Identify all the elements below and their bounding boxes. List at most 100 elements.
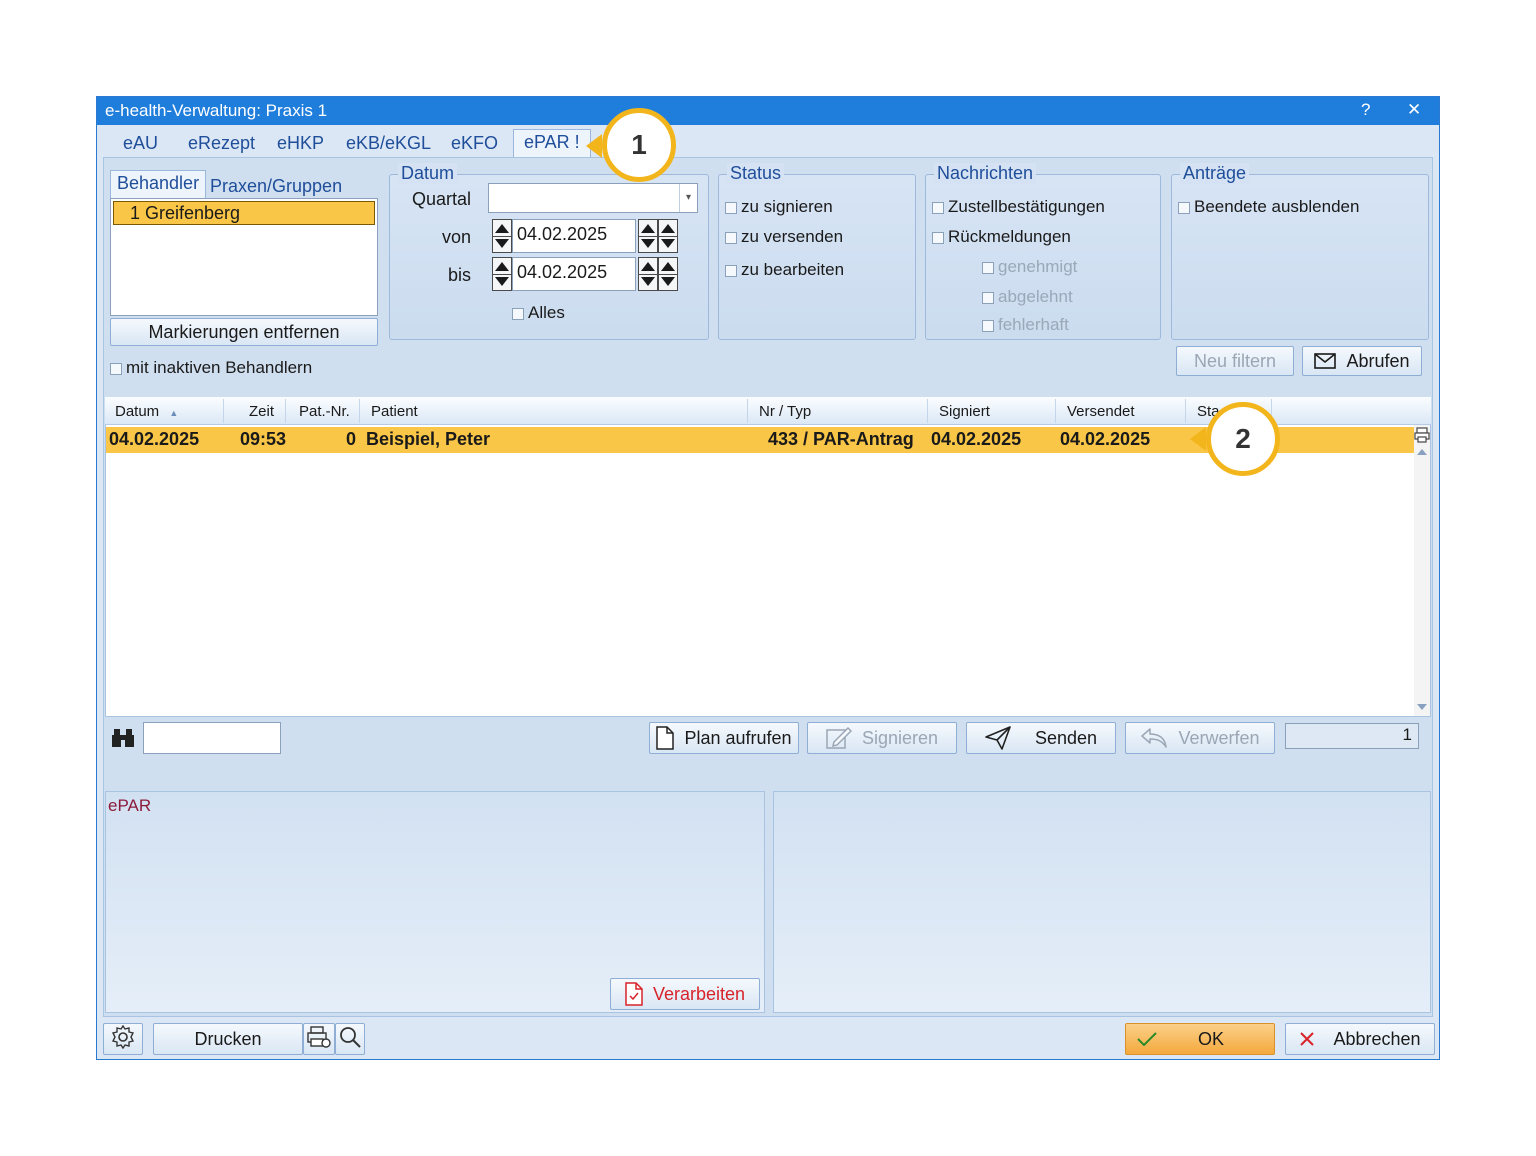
fehlerhaft-row[interactable]: fehlerhaft — [982, 315, 1069, 335]
envelope-icon — [1314, 353, 1337, 369]
bis-left-spin[interactable] — [492, 257, 512, 291]
cell-signiert: 04.02.2025 — [931, 429, 1022, 449]
callout-1-pointer — [586, 134, 602, 158]
senden-button[interactable]: Senden — [966, 722, 1116, 754]
zu-bearbeiten-checkbox[interactable] — [725, 264, 737, 277]
antraege-group: Anträge Beendete ausblenden — [1171, 163, 1429, 340]
alles-row[interactable]: Alles — [512, 303, 565, 323]
help-button[interactable]: ? — [1361, 100, 1370, 120]
bis-day-spin[interactable] — [638, 257, 658, 291]
check-icon — [1136, 1031, 1158, 1047]
callout-1: 1 — [602, 108, 676, 182]
alles-checkbox[interactable] — [512, 307, 524, 320]
zu-signieren-row[interactable]: zu signieren — [725, 197, 833, 217]
tab-ekb-ekgl[interactable]: eKB/eKGL — [346, 133, 431, 154]
tab-ekfo[interactable]: eKFO — [451, 133, 498, 154]
zu-versenden-checkbox[interactable] — [725, 231, 737, 244]
callout-2: 2 — [1206, 402, 1280, 476]
beendete-ausblenden-checkbox[interactable] — [1178, 201, 1190, 214]
col-signiert[interactable]: Signiert — [939, 403, 990, 425]
von-left-spin[interactable] — [492, 219, 512, 253]
settings-button[interactable] — [103, 1023, 143, 1055]
fehlerhaft-label: fehlerhaft — [998, 315, 1069, 334]
cell-zeit: 09:53 — [240, 429, 287, 449]
verwerfen-button[interactable]: Verwerfen — [1125, 722, 1275, 754]
verarbeiten-button[interactable]: Verarbeiten — [610, 978, 760, 1010]
abgelehnt-row[interactable]: abgelehnt — [982, 287, 1073, 307]
printer-icon[interactable] — [1414, 427, 1430, 445]
signieren-label: Signieren — [861, 727, 939, 748]
inaktive-behandler-checkbox[interactable] — [110, 362, 122, 375]
print-preview-button[interactable] — [335, 1023, 365, 1055]
zu-bearbeiten-row[interactable]: zu bearbeiten — [725, 260, 844, 280]
beendete-ausblenden-label: Beendete ausblenden — [1194, 197, 1360, 216]
rueckmeldungen-label: Rückmeldungen — [948, 227, 1071, 246]
col-datum-label: Datum — [115, 403, 160, 420]
document-icon — [656, 726, 675, 750]
col-patient[interactable]: Patient — [371, 403, 418, 425]
col-patnr[interactable]: Pat.-Nr. — [299, 403, 350, 425]
drucken-button[interactable]: Drucken — [153, 1023, 303, 1055]
tab-epar[interactable]: ePAR ! — [513, 129, 591, 159]
sort-asc-icon: ▲ — [169, 408, 179, 418]
tab-praxen-gruppen[interactable]: Praxen/Gruppen — [210, 176, 342, 197]
zustellbestaetigungen-checkbox[interactable] — [932, 201, 944, 214]
window-title: e-health-Verwaltung: Praxis 1 — [105, 101, 328, 120]
chevron-down-icon[interactable]: ▾ — [679, 184, 697, 212]
ok-button[interactable]: OK — [1125, 1023, 1275, 1055]
tab-eau[interactable]: eAU — [123, 133, 158, 154]
tab-erezept[interactable]: eRezept — [188, 133, 255, 154]
behandler-item-greifenberg[interactable]: 1 Greifenberg — [113, 201, 375, 225]
plan-aufrufen-button[interactable]: Plan aufrufen — [649, 722, 799, 754]
von-date-input[interactable]: 04.02.2025 — [512, 219, 636, 253]
print-options-button[interactable] — [303, 1023, 335, 1055]
neu-filtern-button[interactable]: Neu filtern — [1176, 346, 1294, 376]
rueckmeldungen-row[interactable]: Rückmeldungen — [932, 227, 1071, 247]
von-month-spin[interactable] — [658, 219, 678, 253]
zu-bearbeiten-label: zu bearbeiten — [741, 260, 845, 279]
scroll-up-icon[interactable] — [1417, 449, 1427, 455]
beendete-ausblenden-row[interactable]: Beendete ausblenden — [1178, 197, 1359, 217]
rueckmeldungen-checkbox[interactable] — [932, 231, 944, 244]
scroll-down-icon[interactable] — [1417, 704, 1427, 710]
bis-month-spin[interactable] — [658, 257, 678, 291]
abbrechen-button[interactable]: Abbrechen — [1285, 1023, 1435, 1055]
settings-gear-icon — [111, 1024, 135, 1054]
abgelehnt-label: abgelehnt — [998, 287, 1073, 306]
cell-datum: 04.02.2025 — [109, 429, 200, 449]
cell-versendet: 04.02.2025 — [1060, 429, 1151, 449]
binoculars-icon[interactable] — [111, 727, 135, 751]
abgelehnt-checkbox[interactable] — [982, 291, 994, 304]
col-zeit[interactable]: Zeit — [249, 403, 274, 425]
behandler-list[interactable]: 1 Greifenberg — [110, 198, 378, 316]
tab-behandler[interactable]: Behandler — [110, 170, 206, 198]
fehlerhaft-checkbox[interactable] — [982, 319, 994, 332]
markierungen-entfernen-button[interactable]: Markierungen entfernen — [110, 318, 378, 346]
ok-label: OK — [1197, 1028, 1224, 1049]
zustellbestaetigungen-row[interactable]: Zustellbestätigungen — [932, 197, 1105, 217]
search-input[interactable] — [143, 722, 281, 754]
inaktive-behandler-row[interactable]: mit inaktiven Behandlern — [110, 358, 312, 378]
bis-label: bis — [448, 265, 472, 285]
abrufen-button[interactable]: Abrufen — [1302, 346, 1422, 376]
abrufen-label: Abrufen — [1346, 350, 1410, 371]
tab-ehkp[interactable]: eHKP — [277, 133, 324, 154]
close-window-button[interactable]: ✕ — [1407, 100, 1421, 120]
genehmigt-row[interactable]: genehmigt — [982, 257, 1077, 277]
zu-versenden-row[interactable]: zu versenden — [725, 227, 843, 247]
von-day-spin[interactable] — [638, 219, 658, 253]
col-datum[interactable]: Datum ▲ — [115, 403, 178, 425]
zu-signieren-checkbox[interactable] — [725, 201, 737, 214]
signieren-button[interactable]: Signieren — [807, 722, 957, 754]
bis-date-input[interactable]: 04.02.2025 — [512, 257, 636, 291]
quartal-select[interactable]: ▾ — [488, 183, 698, 213]
genehmigt-checkbox[interactable] — [982, 261, 994, 274]
pdf-icon — [625, 982, 643, 1006]
title-bar: e-health-Verwaltung: Praxis 1 ? ✕ — [97, 97, 1439, 125]
col-nr-typ[interactable]: Nr / Typ — [759, 403, 811, 425]
quartal-label: Quartal — [412, 189, 472, 209]
grid-scrollbar[interactable] — [1414, 425, 1430, 716]
detail-left-panel: ePAR Verarbeiten — [105, 791, 765, 1013]
record-count: 1 — [1285, 723, 1419, 749]
col-versendet[interactable]: Versendet — [1067, 403, 1135, 425]
